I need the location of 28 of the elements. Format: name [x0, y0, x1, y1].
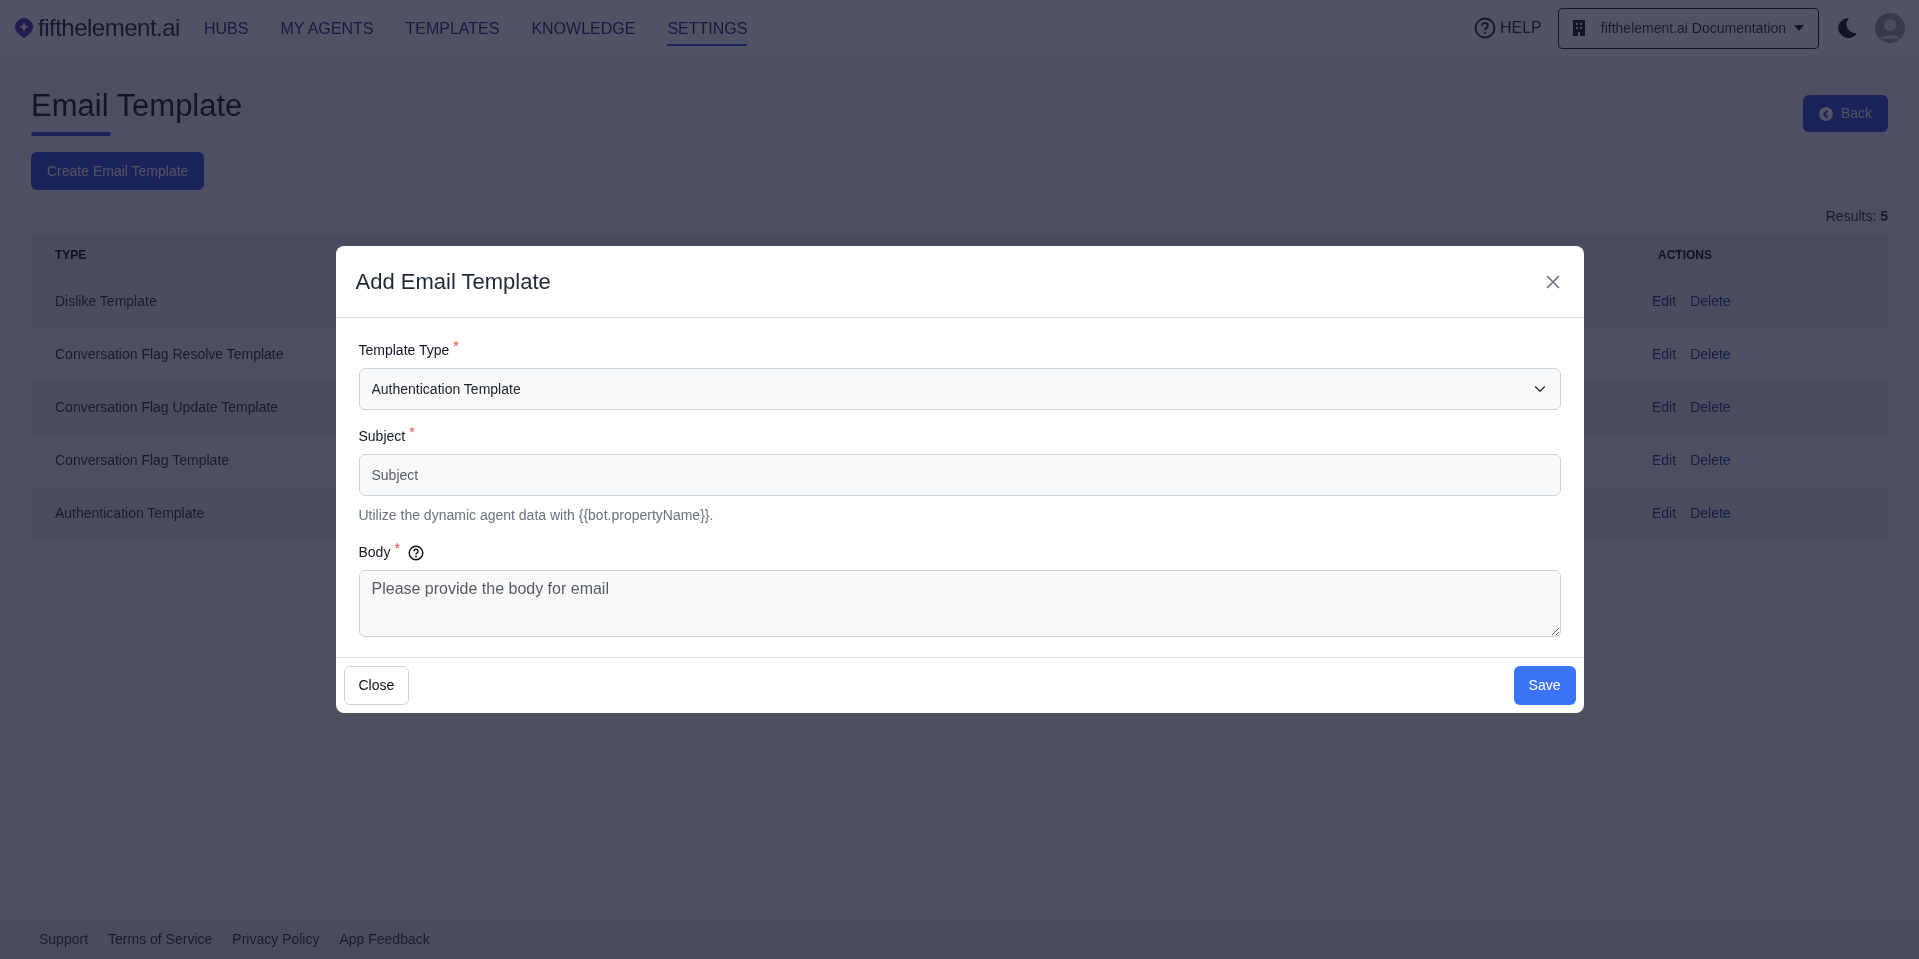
- dialog-title: Add Email Template: [355, 268, 551, 296]
- nav-link[interactable]: MY AGENTS: [280, 10, 374, 46]
- body-field[interactable]: Please provide the body for email: [358, 570, 1561, 637]
- field-label: Body: [358, 543, 391, 562]
- field-label: Subject: [358, 427, 406, 446]
- help-icon[interactable]: [407, 544, 424, 561]
- required-mark: *: [453, 337, 459, 356]
- edit-link[interactable]: Edit: [1652, 346, 1677, 363]
- delete-link[interactable]: Delete: [1690, 452, 1731, 469]
- field-hint: Utilize the dynamic agent data with {{bot.propertyName}}.: [358, 506, 715, 525]
- help-link[interactable]: HELP: [1474, 16, 1542, 40]
- required-mark: *: [394, 539, 400, 558]
- nav-link[interactable]: KNOWLEDGE: [531, 10, 636, 46]
- delete-link[interactable]: Delete: [1690, 346, 1731, 363]
- nav-link[interactable]: SETTINGS: [667, 10, 748, 46]
- column-header: ACTIONS: [1657, 247, 1712, 265]
- required-mark: *: [409, 423, 415, 442]
- close-button[interactable]: Close: [343, 666, 410, 705]
- nav-link[interactable]: HUBS: [203, 10, 249, 46]
- page-title: Email Template: [31, 87, 243, 125]
- edit-link[interactable]: Edit: [1652, 452, 1677, 469]
- brand-logo-text[interactable]: fifthelement.ai: [38, 10, 180, 46]
- subject-field[interactable]: Subject: [358, 454, 1561, 496]
- nav-link[interactable]: TEMPLATES: [405, 10, 500, 46]
- save-button[interactable]: Save: [1513, 666, 1576, 705]
- field-label: Template Type: [358, 341, 450, 360]
- column-header: TYPE: [54, 247, 87, 265]
- template-type-select[interactable]: Authentication Template: [358, 368, 1561, 410]
